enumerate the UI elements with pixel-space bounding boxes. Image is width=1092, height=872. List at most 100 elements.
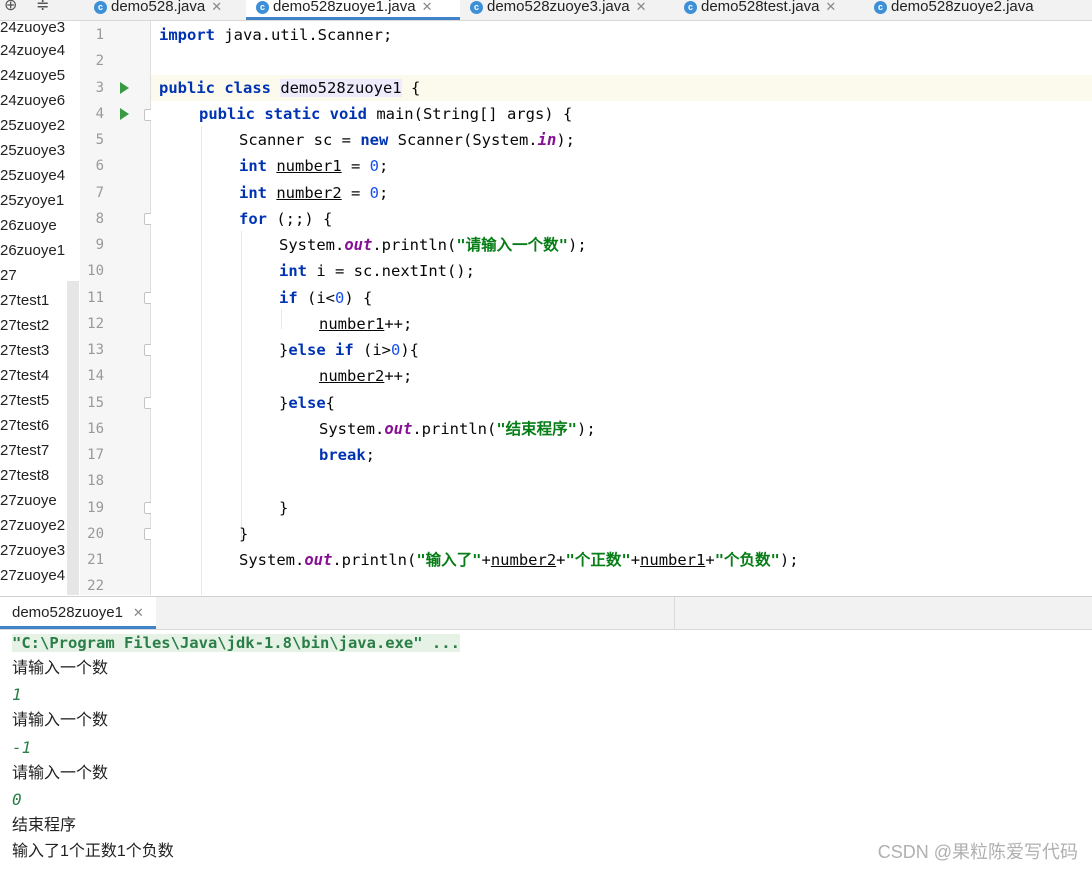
code-line: System.out.println("输入了"+number2+"个正数"+n… — [239, 551, 799, 569]
code-line: break; — [319, 446, 376, 464]
line-number: 11 — [87, 290, 104, 306]
code-line: int number2 = 0; — [239, 184, 389, 202]
tab-label: demo528zuoye1.java — [273, 0, 416, 15]
code-line: public class demo528zuoye1 { — [159, 79, 421, 97]
code-line: import java.util.Scanner; — [159, 26, 393, 44]
code-line: System.out.println("结束程序"); — [319, 420, 596, 438]
tab-demo528zuoye2[interactable]: c demo528zuoye2.java — [868, 0, 1092, 20]
tab-demo528[interactable]: c demo528.java ✕ — [86, 0, 242, 20]
console-input: -1 — [12, 738, 32, 757]
java-class-icon: c — [256, 1, 269, 14]
project-item[interactable]: 24zuoye4 — [0, 38, 65, 63]
project-scrollbar[interactable] — [67, 281, 79, 595]
project-item[interactable]: 25zuoye3 — [0, 138, 65, 163]
project-item[interactable]: 26zuoye — [0, 213, 57, 238]
java-class-icon: c — [470, 1, 483, 14]
indent-guide — [241, 231, 242, 541]
line-number: 18 — [87, 473, 104, 489]
run-gutter-icon[interactable] — [120, 108, 129, 120]
line-number: 6 — [95, 158, 104, 174]
line-number: 14 — [87, 368, 104, 384]
line-number: 20 — [87, 526, 104, 542]
indent-guide — [281, 309, 282, 329]
editor-tab-bar: ⊕ ≑ c demo528.java ✕ c demo528zuoye1.java ✕ … — [0, 0, 1092, 21]
tab-demo528zuoye1[interactable]: c demo528zuoye1.java ✕ — [246, 0, 460, 20]
code-editor[interactable]: import java.util.Scanner; public class d… — [151, 21, 1092, 595]
project-item[interactable]: 25zyoye1 — [0, 188, 64, 213]
project-item[interactable]: 27test2 — [0, 313, 49, 338]
run-tab[interactable]: demo528zuoye1 ✕ — [0, 597, 156, 629]
line-number: 7 — [95, 185, 104, 201]
project-item[interactable]: 27test8 — [0, 463, 49, 488]
code-line: System.out.println("请输入一个数"); — [279, 236, 587, 254]
code-line: Scanner sc = new Scanner(System.in); — [239, 131, 575, 149]
run-gutter-icon[interactable] — [120, 82, 129, 94]
project-item[interactable]: 27test6 — [0, 413, 49, 438]
project-item[interactable]: 27zuoye3 — [0, 538, 65, 563]
line-number: 1 — [95, 27, 104, 43]
project-item[interactable]: 24zuoye5 — [0, 63, 65, 88]
java-class-icon: c — [94, 1, 107, 14]
line-number: 3 — [95, 80, 104, 96]
java-class-icon: c — [874, 1, 887, 14]
close-icon[interactable]: ✕ — [211, 0, 222, 14]
project-item[interactable]: 27zuoye — [0, 488, 57, 513]
code-line: } — [239, 525, 249, 543]
project-item[interactable]: 27test4 — [0, 363, 49, 388]
line-number: 12 — [87, 316, 104, 332]
line-number: 16 — [87, 421, 104, 437]
line-number: 8 — [95, 211, 104, 227]
project-item[interactable]: 27test5 — [0, 388, 49, 413]
code-line: } — [279, 499, 289, 517]
divider — [674, 597, 675, 629]
line-number: 21 — [87, 552, 104, 568]
project-item[interactable]: 27zuoye2 — [0, 513, 65, 538]
close-icon[interactable]: ✕ — [133, 605, 144, 620]
console-input: 1 — [12, 685, 22, 704]
project-tree: 24zuoye3 24zuoye4 24zuoye5 24zuoye6 25zu… — [0, 21, 80, 595]
console-output[interactable]: "C:\Program Files\Java\jdk-1.8\bin\java.… — [0, 630, 1092, 872]
run-tab-bar: demo528zuoye1 ✕ — [0, 596, 1092, 630]
line-number: 13 — [87, 342, 104, 358]
project-item[interactable]: 26zuoye1 — [0, 238, 65, 263]
project-item[interactable]: 27test3 — [0, 338, 49, 363]
console-command: "C:\Program Files\Java\jdk-1.8\bin\java.… — [12, 634, 460, 652]
project-item[interactable]: 25zuoye4 — [0, 163, 65, 188]
java-class-icon: c — [684, 1, 697, 14]
tab-label: demo528.java — [111, 0, 206, 15]
line-number: 2 — [95, 53, 104, 69]
project-item[interactable]: 27test1 — [0, 288, 49, 313]
tab-demo528zuoye3[interactable]: c demo528zuoye3.java ✕ — [464, 0, 674, 20]
console-line: 输入了1个正数1个负数 — [12, 843, 174, 860]
line-number: 17 — [87, 447, 104, 463]
tab-demo528test[interactable]: c demo528test.java ✕ — [678, 0, 864, 20]
close-icon[interactable]: ✕ — [422, 0, 433, 14]
project-item[interactable]: 25zuoye2 — [0, 113, 65, 138]
console-line: 请输入一个数 — [12, 765, 109, 782]
run-tab-label: demo528zuoye1 — [12, 604, 123, 621]
code-line: int number1 = 0; — [239, 157, 389, 175]
close-icon[interactable]: ✕ — [825, 0, 836, 14]
project-item[interactable]: 27test7 — [0, 438, 49, 463]
console-line: 请输入一个数 — [12, 712, 109, 729]
code-line: for (;;) { — [239, 210, 333, 228]
code-line: number1++; — [319, 315, 413, 333]
line-number: 15 — [87, 395, 104, 411]
watermark: CSDN @果粒陈爱写代码 — [877, 842, 1078, 862]
close-icon[interactable]: ✕ — [636, 0, 647, 14]
line-number: 9 — [95, 237, 104, 253]
project-item[interactable]: 27 — [0, 263, 17, 288]
console-line: 请输入一个数 — [12, 660, 109, 677]
console-line: 结束程序 — [12, 817, 77, 834]
tab-label: demo528zuoye2.java — [891, 0, 1034, 15]
code-line: number2++; — [319, 367, 413, 385]
target-icon[interactable]: ⊕ — [4, 0, 17, 16]
indent-guide — [201, 126, 202, 595]
collapse-icon[interactable]: ≑ — [36, 0, 49, 16]
console-input: 0 — [12, 790, 22, 809]
code-line: }else{ — [279, 394, 336, 412]
project-item[interactable]: 27zuoye4 — [0, 563, 65, 588]
project-item[interactable]: 24zuoye6 — [0, 88, 65, 113]
line-number: 5 — [95, 132, 104, 148]
line-number: 10 — [87, 263, 104, 279]
